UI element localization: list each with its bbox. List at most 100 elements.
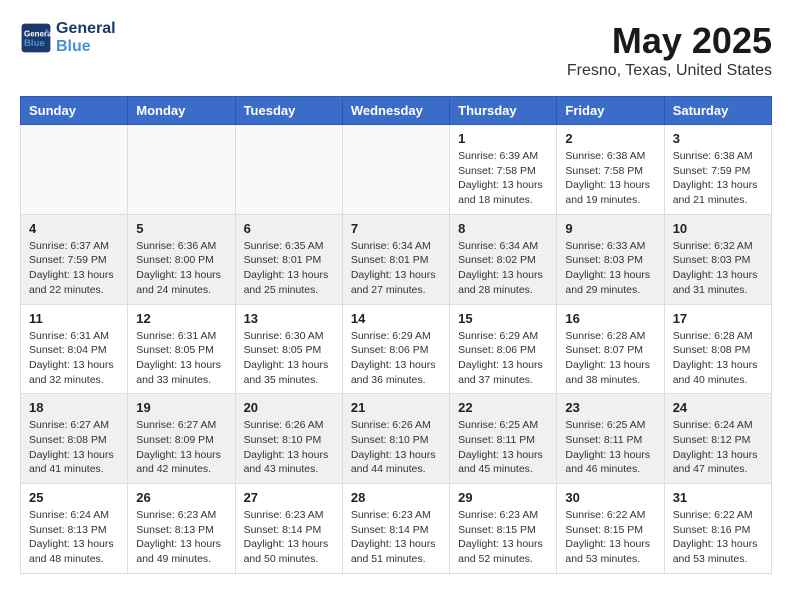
calendar-cell: 26 Sunrise: 6:23 AMSunset: 8:13 PMDayligh…: [128, 484, 235, 574]
day-info: Sunrise: 6:29 AMSunset: 8:06 PMDaylight:…: [458, 329, 548, 388]
calendar-cell: 20 Sunrise: 6:26 AMSunset: 8:10 PMDayligh…: [235, 394, 342, 484]
calendar-cell: 24 Sunrise: 6:24 AMSunset: 8:12 PMDayligh…: [664, 394, 771, 484]
calendar-cell: 5 Sunrise: 6:36 AMSunset: 8:00 PMDaylight…: [128, 214, 235, 304]
calendar-cell: 12 Sunrise: 6:31 AMSunset: 8:05 PMDayligh…: [128, 304, 235, 394]
day-info: Sunrise: 6:30 AMSunset: 8:05 PMDaylight:…: [244, 329, 334, 388]
page-title: May 2025: [567, 20, 772, 62]
calendar-cell: 25 Sunrise: 6:24 AMSunset: 8:13 PMDayligh…: [21, 484, 128, 574]
day-info: Sunrise: 6:26 AMSunset: 8:10 PMDaylight:…: [351, 418, 441, 477]
day-info: Sunrise: 6:38 AMSunset: 7:58 PMDaylight:…: [565, 149, 655, 208]
day-info: Sunrise: 6:24 AMSunset: 8:12 PMDaylight:…: [673, 418, 763, 477]
day-number: 20: [244, 400, 334, 415]
calendar-table: SundayMondayTuesdayWednesdayThursdayFrid…: [20, 96, 772, 574]
day-number: 22: [458, 400, 548, 415]
day-number: 10: [673, 221, 763, 236]
day-info: Sunrise: 6:23 AMSunset: 8:13 PMDaylight:…: [136, 508, 226, 567]
day-number: 27: [244, 490, 334, 505]
calendar-cell: 16 Sunrise: 6:28 AMSunset: 8:07 PMDayligh…: [557, 304, 664, 394]
calendar-week-row: 4 Sunrise: 6:37 AMSunset: 7:59 PMDaylight…: [21, 214, 772, 304]
calendar-cell: [235, 125, 342, 215]
day-number: 12: [136, 311, 226, 326]
day-info: Sunrise: 6:31 AMSunset: 8:05 PMDaylight:…: [136, 329, 226, 388]
calendar-week-row: 11Sunrise: 6:31 AMSunset: 8:04 PMDayligh…: [21, 304, 772, 394]
day-info: Sunrise: 6:23 AMSunset: 8:15 PMDaylight:…: [458, 508, 548, 567]
day-number: 6: [244, 221, 334, 236]
day-info: Sunrise: 6:28 AMSunset: 8:07 PMDaylight:…: [565, 329, 655, 388]
calendar-header-row: SundayMondayTuesdayWednesdayThursdayFrid…: [21, 97, 772, 125]
day-info: Sunrise: 6:37 AMSunset: 7:59 PMDaylight:…: [29, 239, 119, 298]
calendar-cell: 27Sunrise: 6:23 AMSunset: 8:14 PMDayligh…: [235, 484, 342, 574]
calendar-cell: 14 Sunrise: 6:29 AMSunset: 8:06 PMDayligh…: [342, 304, 449, 394]
calendar-cell: 28Sunrise: 6:23 AMSunset: 8:14 PMDayligh…: [342, 484, 449, 574]
calendar-cell: 13 Sunrise: 6:30 AMSunset: 8:05 PMDayligh…: [235, 304, 342, 394]
day-number: 13: [244, 311, 334, 326]
calendar-cell: 6 Sunrise: 6:35 AMSunset: 8:01 PMDaylight…: [235, 214, 342, 304]
calendar-cell: 19 Sunrise: 6:27 AMSunset: 8:09 PMDayligh…: [128, 394, 235, 484]
calendar-week-row: 18 Sunrise: 6:27 AMSunset: 8:08 PMDayligh…: [21, 394, 772, 484]
calendar-cell: 29 Sunrise: 6:23 AMSunset: 8:15 PMDayligh…: [450, 484, 557, 574]
weekday-header-thursday: Thursday: [450, 97, 557, 125]
calendar-cell: 21 Sunrise: 6:26 AMSunset: 8:10 PMDayligh…: [342, 394, 449, 484]
day-info: Sunrise: 6:28 AMSunset: 8:08 PMDaylight:…: [673, 329, 763, 388]
day-number: 18: [29, 400, 119, 415]
calendar-cell: [128, 125, 235, 215]
day-info: Sunrise: 6:35 AMSunset: 8:01 PMDaylight:…: [244, 239, 334, 298]
calendar-cell: 30 Sunrise: 6:22 AMSunset: 8:15 PMDayligh…: [557, 484, 664, 574]
day-info: Sunrise: 6:38 AMSunset: 7:59 PMDaylight:…: [673, 149, 763, 208]
day-info: Sunrise: 6:27 AMSunset: 8:09 PMDaylight:…: [136, 418, 226, 477]
day-number: 9: [565, 221, 655, 236]
calendar-cell: 1 Sunrise: 6:39 AMSunset: 7:58 PMDaylight…: [450, 125, 557, 215]
day-info: Sunrise: 6:34 AMSunset: 8:01 PMDaylight:…: [351, 239, 441, 298]
day-info: Sunrise: 6:34 AMSunset: 8:02 PMDaylight:…: [458, 239, 548, 298]
weekday-header-tuesday: Tuesday: [235, 97, 342, 125]
day-number: 3: [673, 131, 763, 146]
day-number: 1: [458, 131, 548, 146]
day-info: Sunrise: 6:33 AMSunset: 8:03 PMDaylight:…: [565, 239, 655, 298]
day-number: 26: [136, 490, 226, 505]
calendar-week-row: 25 Sunrise: 6:24 AMSunset: 8:13 PMDayligh…: [21, 484, 772, 574]
page-subtitle: Fresno, Texas, United States: [567, 62, 772, 80]
calendar-cell: 3 Sunrise: 6:38 AMSunset: 7:59 PMDaylight…: [664, 125, 771, 215]
day-info: Sunrise: 6:22 AMSunset: 8:15 PMDaylight:…: [565, 508, 655, 567]
day-number: 23: [565, 400, 655, 415]
day-number: 8: [458, 221, 548, 236]
day-number: 11: [29, 311, 119, 326]
day-info: Sunrise: 6:36 AMSunset: 8:00 PMDaylight:…: [136, 239, 226, 298]
day-number: 14: [351, 311, 441, 326]
day-info: Sunrise: 6:27 AMSunset: 8:08 PMDaylight:…: [29, 418, 119, 477]
day-number: 30: [565, 490, 655, 505]
calendar-cell: 2Sunrise: 6:38 AMSunset: 7:58 PMDaylight…: [557, 125, 664, 215]
day-number: 25: [29, 490, 119, 505]
day-number: 4: [29, 221, 119, 236]
day-number: 28: [351, 490, 441, 505]
day-info: Sunrise: 6:29 AMSunset: 8:06 PMDaylight:…: [351, 329, 441, 388]
calendar-week-row: 1 Sunrise: 6:39 AMSunset: 7:58 PMDaylight…: [21, 125, 772, 215]
day-number: 31: [673, 490, 763, 505]
day-number: 5: [136, 221, 226, 236]
calendar-cell: 7 Sunrise: 6:34 AMSunset: 8:01 PMDaylight…: [342, 214, 449, 304]
day-info: Sunrise: 6:26 AMSunset: 8:10 PMDaylight:…: [244, 418, 334, 477]
calendar-cell: 18 Sunrise: 6:27 AMSunset: 8:08 PMDayligh…: [21, 394, 128, 484]
day-number: 15: [458, 311, 548, 326]
day-number: 21: [351, 400, 441, 415]
day-number: 16: [565, 311, 655, 326]
day-info: Sunrise: 6:39 AMSunset: 7:58 PMDaylight:…: [458, 149, 548, 208]
calendar-cell: 11Sunrise: 6:31 AMSunset: 8:04 PMDayligh…: [21, 304, 128, 394]
day-info: Sunrise: 6:22 AMSunset: 8:16 PMDaylight:…: [673, 508, 763, 567]
logo-text-general: General: [56, 20, 116, 38]
weekday-header-friday: Friday: [557, 97, 664, 125]
calendar-cell: 15 Sunrise: 6:29 AMSunset: 8:06 PMDayligh…: [450, 304, 557, 394]
calendar-cell: 9 Sunrise: 6:33 AMSunset: 8:03 PMDaylight…: [557, 214, 664, 304]
day-number: 19: [136, 400, 226, 415]
calendar-cell: 22Sunrise: 6:25 AMSunset: 8:11 PMDayligh…: [450, 394, 557, 484]
calendar-cell: [342, 125, 449, 215]
calendar-cell: 23Sunrise: 6:25 AMSunset: 8:11 PMDayligh…: [557, 394, 664, 484]
page-header: General Blue General Blue May 2025 Fresn…: [20, 20, 772, 80]
day-number: 7: [351, 221, 441, 236]
calendar-cell: [21, 125, 128, 215]
weekday-header-saturday: Saturday: [664, 97, 771, 125]
day-info: Sunrise: 6:24 AMSunset: 8:13 PMDaylight:…: [29, 508, 119, 567]
day-number: 29: [458, 490, 548, 505]
day-number: 24: [673, 400, 763, 415]
logo: General Blue General Blue: [20, 20, 116, 55]
